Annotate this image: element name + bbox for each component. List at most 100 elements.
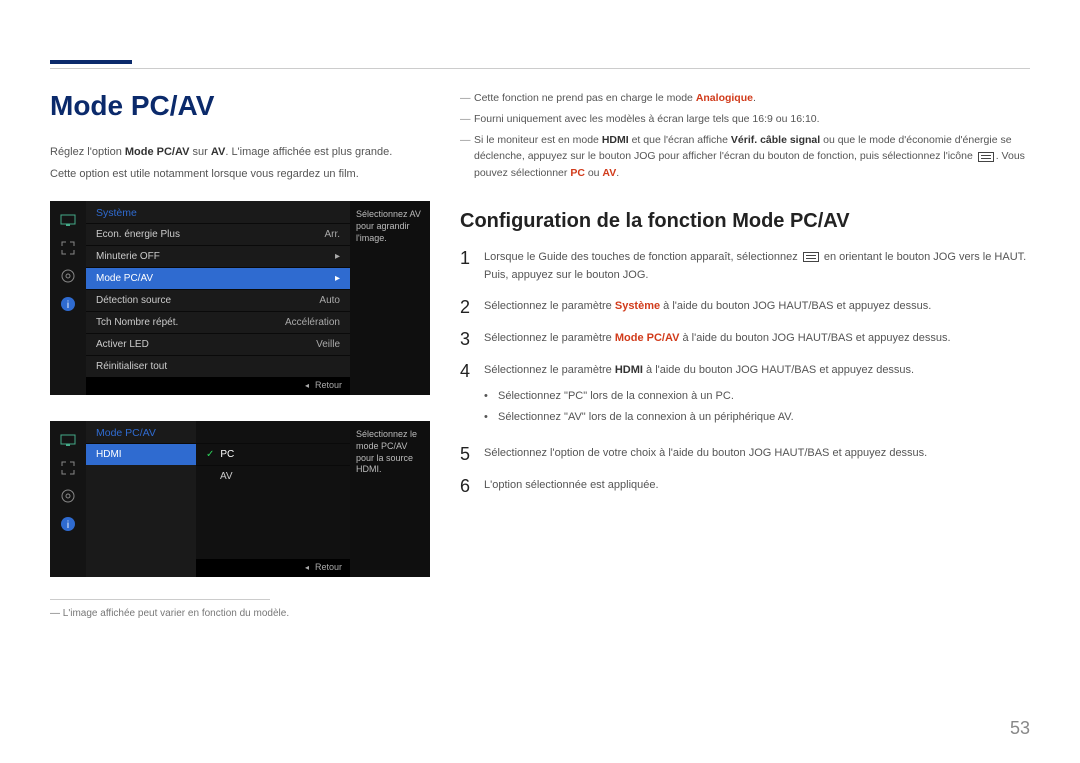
dash-icon: ― — [460, 111, 474, 128]
footnote-text: L'image affichée peut varier en fonction… — [63, 608, 289, 619]
step-number: 5 — [460, 445, 484, 463]
osd-row-value: ▸ — [335, 273, 340, 284]
osd-row: Activer LED Veille — [86, 333, 350, 355]
step: 1Lorsque le Guide des touches de fonctio… — [460, 249, 1030, 284]
osd-row-label: Mode PC/AV — [96, 273, 153, 284]
step-number: 2 — [460, 298, 484, 316]
step-number: 4 — [460, 362, 484, 431]
osd-footer: ◂Retour — [196, 559, 350, 577]
note-row: ―Cette fonction ne prend pas en charge l… — [460, 90, 1030, 107]
osd-options-pane: ✓ PC AV ◂Retour — [196, 421, 350, 577]
osd-screenshot-pcav: i Mode PC/AV HDMI ✓ PC AV ◂Retour Sélectio… — [50, 421, 430, 577]
osd-row-label: Activer LED — [96, 339, 149, 350]
step-text: Lorsque le Guide des touches de fonction… — [484, 249, 1030, 284]
osd-row-label: HDMI — [96, 449, 122, 460]
step: 5Sélectionnez l'option de votre choix à … — [460, 445, 1030, 463]
osd-header: Mode PC/AV — [86, 421, 196, 443]
osd-tip: Sélectionnez le mode PC/AV pour la sourc… — [350, 421, 430, 577]
note-text: Fourni uniquement avec les modèles à écr… — [474, 111, 1030, 128]
intro-line-2: Cette option est utile notamment lorsque… — [50, 166, 430, 184]
gear-icon — [59, 487, 77, 505]
intro-bold: AV — [211, 146, 225, 158]
osd-footer-label: Retour — [315, 562, 342, 572]
osd-row-value: Auto — [319, 295, 340, 306]
note-text: Si le moniteur est en mode HDMI et que l… — [474, 132, 1030, 182]
osd-row-value: Veille — [316, 339, 340, 350]
osd-row: Minuterie OFF ▸ — [86, 245, 350, 267]
menu-icon — [803, 252, 819, 262]
svg-text:i: i — [67, 300, 69, 311]
step: 3Sélectionnez le paramètre Mode PC/AV à … — [460, 330, 1030, 348]
osd-main: Mode PC/AV HDMI ✓ PC AV ◂Retour — [86, 421, 350, 577]
osd-row-value: ▸ — [335, 251, 340, 262]
osd-row-label: Réinitialiser tout — [96, 361, 167, 372]
dash-icon: ― — [460, 90, 474, 107]
osd-main: Système Econ. énergie PlusArr.Minuterie … — [86, 201, 350, 395]
step-text: Sélectionnez le paramètre HDMI à l'aide … — [484, 362, 1030, 431]
osd-sidebar: i — [50, 201, 86, 395]
osd-header: Système — [86, 201, 350, 223]
step-text: L'option sélectionnée est appliquée. — [484, 477, 1030, 495]
info-icon: i — [59, 295, 77, 313]
osd-option: ✓ PC — [196, 443, 350, 465]
monitor-icon — [59, 431, 77, 449]
step-text: Sélectionnez le paramètre Système à l'ai… — [484, 298, 1030, 316]
step-number: 6 — [460, 477, 484, 495]
intro-text: . L'image affichée est plus grande. — [225, 146, 392, 158]
osd-row: Econ. énergie PlusArr. — [86, 223, 350, 245]
osd-tip: Sélectionnez AV pour agrandir l'image. — [350, 201, 430, 395]
osd-row-label: Détection source — [96, 295, 171, 306]
expand-icon — [59, 239, 77, 257]
intro-text: sur — [189, 146, 210, 158]
osd-row: Mode PC/AV ▸ — [86, 267, 350, 289]
osd-left-pane: Mode PC/AV HDMI — [86, 421, 196, 577]
gear-icon — [59, 267, 77, 285]
step-number: 1 — [460, 249, 484, 284]
step-number: 3 — [460, 330, 484, 348]
note-text: Cette fonction ne prend pas en charge le… — [474, 90, 1030, 107]
osd-screenshot-system: i Système Econ. énergie PlusArr.Minuteri… — [50, 201, 430, 395]
page-content: Mode PC/AV Réglez l'option Mode PC/AV su… — [50, 90, 1030, 619]
bullet: •Sélectionnez "PC" lors de la connexion … — [484, 388, 1030, 406]
page-number: 53 — [1010, 718, 1030, 739]
monitor-icon — [59, 211, 77, 229]
note-row: ―Si le moniteur est en mode HDMI et que … — [460, 132, 1030, 182]
header-accent — [50, 60, 132, 64]
header-rule — [50, 68, 1030, 69]
menu-icon — [978, 152, 994, 162]
sub-bullets: •Sélectionnez "PC" lors de la connexion … — [484, 388, 1030, 427]
osd-option-label: AV — [220, 471, 233, 482]
osd-row: Tch Nombre répét. Accélération — [86, 311, 350, 333]
intro-bold: Mode PC/AV — [125, 146, 190, 158]
osd-row-value: Accélération — [285, 317, 340, 328]
osd-row: HDMI — [86, 443, 196, 465]
intro-text: Réglez l'option — [50, 146, 125, 158]
osd-row: Réinitialiser tout — [86, 355, 350, 377]
page-title: Mode PC/AV — [50, 90, 430, 122]
dash-icon: ― — [460, 132, 474, 182]
osd-footer-spacer — [86, 555, 196, 573]
step-text: Sélectionnez le paramètre Mode PC/AV à l… — [484, 330, 1030, 348]
osd-footer-label: Retour — [315, 380, 342, 390]
left-column: Mode PC/AV Réglez l'option Mode PC/AV su… — [50, 90, 430, 619]
footnote-rule — [50, 599, 270, 600]
note-row: ―Fourni uniquement avec les modèles à éc… — [460, 111, 1030, 128]
note-list: ―Cette fonction ne prend pas en charge l… — [460, 90, 1030, 182]
expand-icon — [59, 459, 77, 477]
subheading: Configuration de la fonction Mode PC/AV — [460, 210, 1030, 233]
step: 4Sélectionnez le paramètre HDMI à l'aide… — [460, 362, 1030, 431]
info-icon: i — [59, 515, 77, 533]
check-icon: ✓ — [206, 449, 214, 460]
svg-text:i: i — [67, 520, 69, 531]
steps-list: 1Lorsque le Guide des touches de fonctio… — [460, 249, 1030, 495]
osd-row-label: Tch Nombre répét. — [96, 317, 178, 328]
right-column: ―Cette fonction ne prend pas en charge l… — [460, 90, 1030, 619]
osd-footer: ◂Retour — [86, 377, 350, 395]
osd-row-label: Minuterie OFF — [96, 251, 160, 262]
osd-option-label: PC — [220, 449, 234, 460]
intro-line-1: Réglez l'option Mode PC/AV sur AV. L'ima… — [50, 144, 430, 162]
step: 6L'option sélectionnée est appliquée. — [460, 477, 1030, 495]
osd-option: AV — [196, 465, 350, 487]
osd-row: Détection source Auto — [86, 289, 350, 311]
bullet: •Sélectionnez "AV" lors de la connexion … — [484, 409, 1030, 427]
